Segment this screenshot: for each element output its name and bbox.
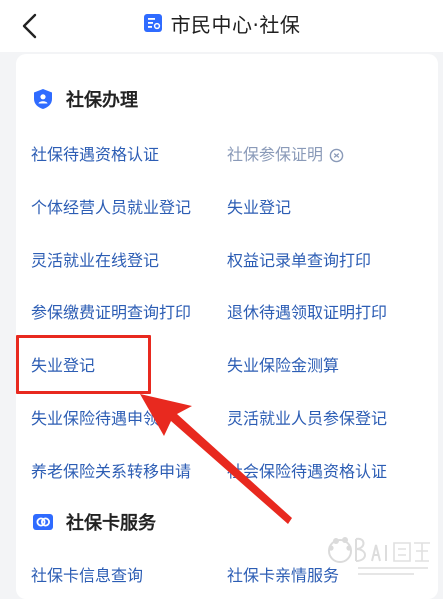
page-title-group: 市民中心·社保 (0, 0, 443, 46)
service-link[interactable]: 社保卡亲情服务 (227, 562, 339, 586)
service-link[interactable]: 社保待遇资格认证 (31, 141, 159, 165)
service-link-unemployment-registration[interactable]: 失业登记 (31, 352, 95, 376)
service-link[interactable]: 个体经营人员就业登记 (31, 194, 191, 218)
section-title: 社保卡服务 (66, 513, 156, 534)
info-circle-icon (329, 148, 344, 163)
page-title: 市民中心·社保 (170, 12, 301, 37)
service-link-label: 社保参保证明 (227, 145, 324, 164)
service-link[interactable]: 权益记录单查询打印 (227, 247, 371, 271)
service-link[interactable]: 失业保险金测算 (227, 352, 339, 376)
shield-user-icon (34, 89, 52, 109)
service-link[interactable]: 社保卡信息查询 (31, 562, 143, 586)
section-title: 社保办理 (66, 90, 138, 111)
services-card: 社保办理 社保待遇资格认证 社保参保证明 个体经营人员就业登记 失业登记 灵活就… (16, 54, 438, 599)
section-header-card-service: 社保卡服务 (32, 509, 156, 535)
service-link-disabled[interactable]: 社保参保证明 (227, 141, 344, 165)
service-link[interactable]: 养老保险关系转移申请 (31, 458, 191, 482)
service-link[interactable]: 社会保险待遇资格认证 (227, 458, 387, 482)
service-link[interactable]: 失业保险待遇申领 (31, 405, 159, 429)
service-link[interactable]: 失业登记 (227, 194, 291, 218)
service-link[interactable]: 灵活就业在线登记 (31, 247, 159, 271)
document-badge-icon (143, 14, 162, 32)
section-header-social-insurance: 社保办理 (32, 86, 138, 112)
service-link[interactable]: 退休待遇领取证明打印 (227, 299, 387, 323)
service-link[interactable]: 参保缴费证明查询打印 (31, 299, 191, 323)
header-bar: 市民中心·社保 (0, 0, 443, 52)
card-icon (33, 514, 53, 530)
service-link[interactable]: 灵活就业人员参保登记 (227, 405, 387, 429)
